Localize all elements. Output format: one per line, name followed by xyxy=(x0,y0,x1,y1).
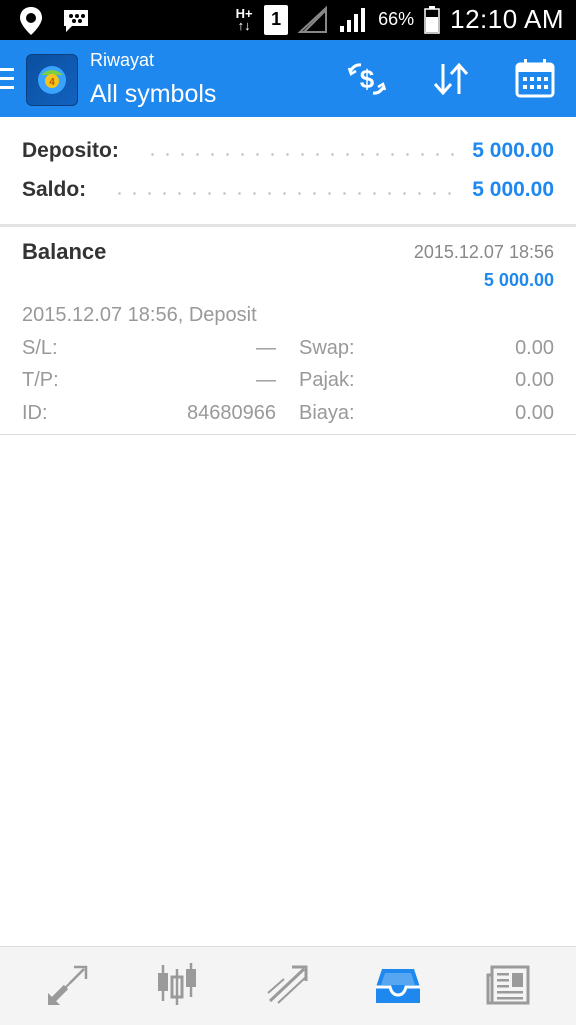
deposit-row: Deposito: 5 000.00 xyxy=(22,136,554,166)
tp-value: — xyxy=(256,369,276,391)
symbol-filter-title[interactable]: All symbols xyxy=(90,80,216,109)
clock: 12:10 AM xyxy=(450,4,564,34)
battery-percent: 66% xyxy=(378,9,415,29)
divider xyxy=(0,434,576,435)
svg-text:$: $ xyxy=(360,64,375,94)
status-bar: H+ ↑↓ 1 66% 12:10 AM xyxy=(0,0,576,40)
news-icon[interactable] xyxy=(484,961,532,1009)
entry-amount: 5 000.00 xyxy=(483,270,554,290)
tp-label: T/P: xyxy=(22,369,59,391)
tax-value: 0.00 xyxy=(515,369,554,391)
location-icon xyxy=(20,7,42,35)
signal-icon xyxy=(340,7,366,32)
quotes-icon[interactable] xyxy=(44,961,92,1009)
entry-title: Balance xyxy=(22,239,107,264)
bbm-icon xyxy=(64,10,88,32)
chart-icon[interactable] xyxy=(153,961,201,1009)
history-summary: Deposito: 5 000.00 Saldo: 5 000.00 xyxy=(0,117,576,225)
exchange-icon[interactable]: $ xyxy=(344,56,390,102)
menu-icon[interactable] xyxy=(0,68,14,90)
fee-value: 0.00 xyxy=(515,402,554,424)
balance-label: Saldo: xyxy=(22,178,87,201)
balance-row: Saldo: 5 000.00 xyxy=(22,175,554,205)
svg-text:4: 4 xyxy=(49,77,55,88)
battery-icon xyxy=(424,5,440,34)
entry-time: 2015.12.07 18:56 xyxy=(413,242,554,262)
history-icon[interactable] xyxy=(374,961,422,1009)
sim-icon: 1 xyxy=(264,4,289,35)
id-value: 84680966 xyxy=(187,402,276,424)
calendar-icon[interactable] xyxy=(512,56,558,102)
tax-label: Pajak: xyxy=(299,369,355,391)
deposit-value: 5 000.00 xyxy=(472,139,554,162)
sl-label: S/L: xyxy=(22,337,58,359)
deposit-label: Deposito: xyxy=(22,139,119,162)
metatrader-logo[interactable]: 4 xyxy=(26,54,78,106)
dotted-leader xyxy=(112,191,457,195)
swap-label: Swap: xyxy=(299,337,355,359)
bottom-navigation xyxy=(0,946,576,1025)
dotted-leader xyxy=(144,152,457,156)
swap-value: 0.00 xyxy=(515,337,554,359)
fee-label: Biaya: xyxy=(299,402,355,424)
history-entry[interactable]: Balance 2015.12.07 18:56 5 000.00 2015.1… xyxy=(0,227,576,435)
trade-icon[interactable] xyxy=(264,961,312,1009)
app-bar: 4 Riwayat All symbols $ xyxy=(0,40,576,117)
network-type-icon: H+ ↑↓ xyxy=(235,5,253,33)
entry-description: 2015.12.07 18:56, Deposit xyxy=(22,304,257,326)
no-signal-icon xyxy=(298,5,328,33)
sl-value: — xyxy=(256,337,276,359)
id-label: ID: xyxy=(22,402,48,424)
balance-value: 5 000.00 xyxy=(472,178,554,201)
sort-icon[interactable] xyxy=(428,56,474,102)
app-subtitle: Riwayat xyxy=(90,50,155,70)
